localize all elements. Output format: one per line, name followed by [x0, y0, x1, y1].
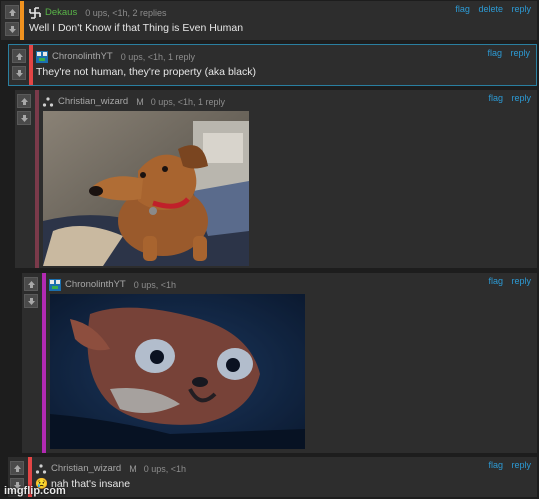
pixel-avatar-icon: [36, 50, 48, 63]
downvote-arrow-icon[interactable]: [5, 22, 19, 36]
flag-link[interactable]: flag: [488, 276, 503, 286]
comment-text: 😢 nah that's insane: [35, 477, 537, 491]
comment: ChronolinthYT 0 ups, <1h flag reply: [22, 273, 537, 453]
upvote-arrow-icon[interactable]: [24, 277, 38, 291]
comment-meta: 0 ups, <1h: [133, 279, 177, 290]
comment-actions: flag reply: [482, 93, 531, 103]
pixel-avatar-icon: [49, 278, 61, 291]
username[interactable]: ChronolinthYT: [52, 51, 113, 62]
triangle-dots-icon: [42, 96, 54, 108]
mod-badge: M: [129, 463, 137, 474]
comment-actions: flag delete reply: [449, 4, 531, 14]
username[interactable]: ChronolinthYT: [65, 279, 126, 290]
comment-actions: flag reply: [481, 48, 530, 58]
upvote-arrow-icon[interactable]: [5, 5, 19, 19]
swastika-icon: [29, 6, 41, 19]
flag-link[interactable]: flag: [488, 93, 503, 103]
comment: Christian_wizard M 0 ups, <1h, 1 reply f…: [15, 90, 537, 268]
thread-bar: [29, 45, 33, 85]
downvote-arrow-icon[interactable]: [12, 66, 26, 80]
vote-controls: [17, 94, 35, 128]
flag-link[interactable]: flag: [488, 460, 503, 470]
mod-badge: M: [136, 96, 144, 107]
upvote-arrow-icon[interactable]: [10, 461, 24, 475]
startled-fox-photo[interactable]: [50, 294, 305, 449]
comment-meta: 0 ups, <1h, 2 replies: [85, 7, 167, 18]
delete-link[interactable]: delete: [478, 4, 503, 14]
vote-controls: [24, 277, 42, 311]
comment: ChronolinthYT 0 ups, <1h, 1 reply They'r…: [8, 44, 537, 86]
reply-link[interactable]: reply: [511, 276, 531, 286]
flag-link[interactable]: flag: [455, 4, 470, 14]
upvote-arrow-icon[interactable]: [12, 49, 26, 63]
thread-bar: [20, 1, 24, 40]
downvote-arrow-icon[interactable]: [24, 294, 38, 308]
flag-link[interactable]: flag: [487, 48, 502, 58]
username[interactable]: Christian_wizard: [51, 463, 121, 474]
username[interactable]: Christian_wizard: [58, 96, 128, 107]
triangle-dots-icon: [35, 463, 47, 475]
thread-bar: [35, 90, 39, 268]
reply-link[interactable]: reply: [511, 4, 531, 14]
thread-bar: [42, 273, 46, 453]
username[interactable]: Dekaus: [45, 7, 77, 18]
imgflip-watermark: imgflip.com: [4, 485, 66, 497]
reply-link[interactable]: reply: [511, 460, 531, 470]
vote-controls: [12, 49, 30, 83]
comment-meta: 0 ups, <1h, 1 reply: [120, 51, 196, 62]
downvote-arrow-icon[interactable]: [17, 111, 31, 125]
comment-meta: 0 ups, <1h, 1 reply: [150, 96, 226, 107]
comment-meta: 0 ups, <1h: [143, 463, 187, 474]
comment-actions: flag reply: [482, 460, 531, 470]
reply-link[interactable]: reply: [510, 48, 530, 58]
comment: Christian_wizard M 0 ups, <1h 😢 nah that…: [8, 457, 537, 497]
comment-actions: flag reply: [482, 276, 531, 286]
comment: Dekaus 0 ups, <1h, 2 replies Well I Don'…: [1, 1, 537, 40]
comment-text: Well I Don't Know if that Thing is Even …: [29, 22, 244, 34]
upvote-arrow-icon[interactable]: [17, 94, 31, 108]
reply-link[interactable]: reply: [511, 93, 531, 103]
comment-text: They're not human, they're property (aka…: [36, 66, 256, 78]
dachshund-side-eye-photo[interactable]: [43, 111, 249, 266]
